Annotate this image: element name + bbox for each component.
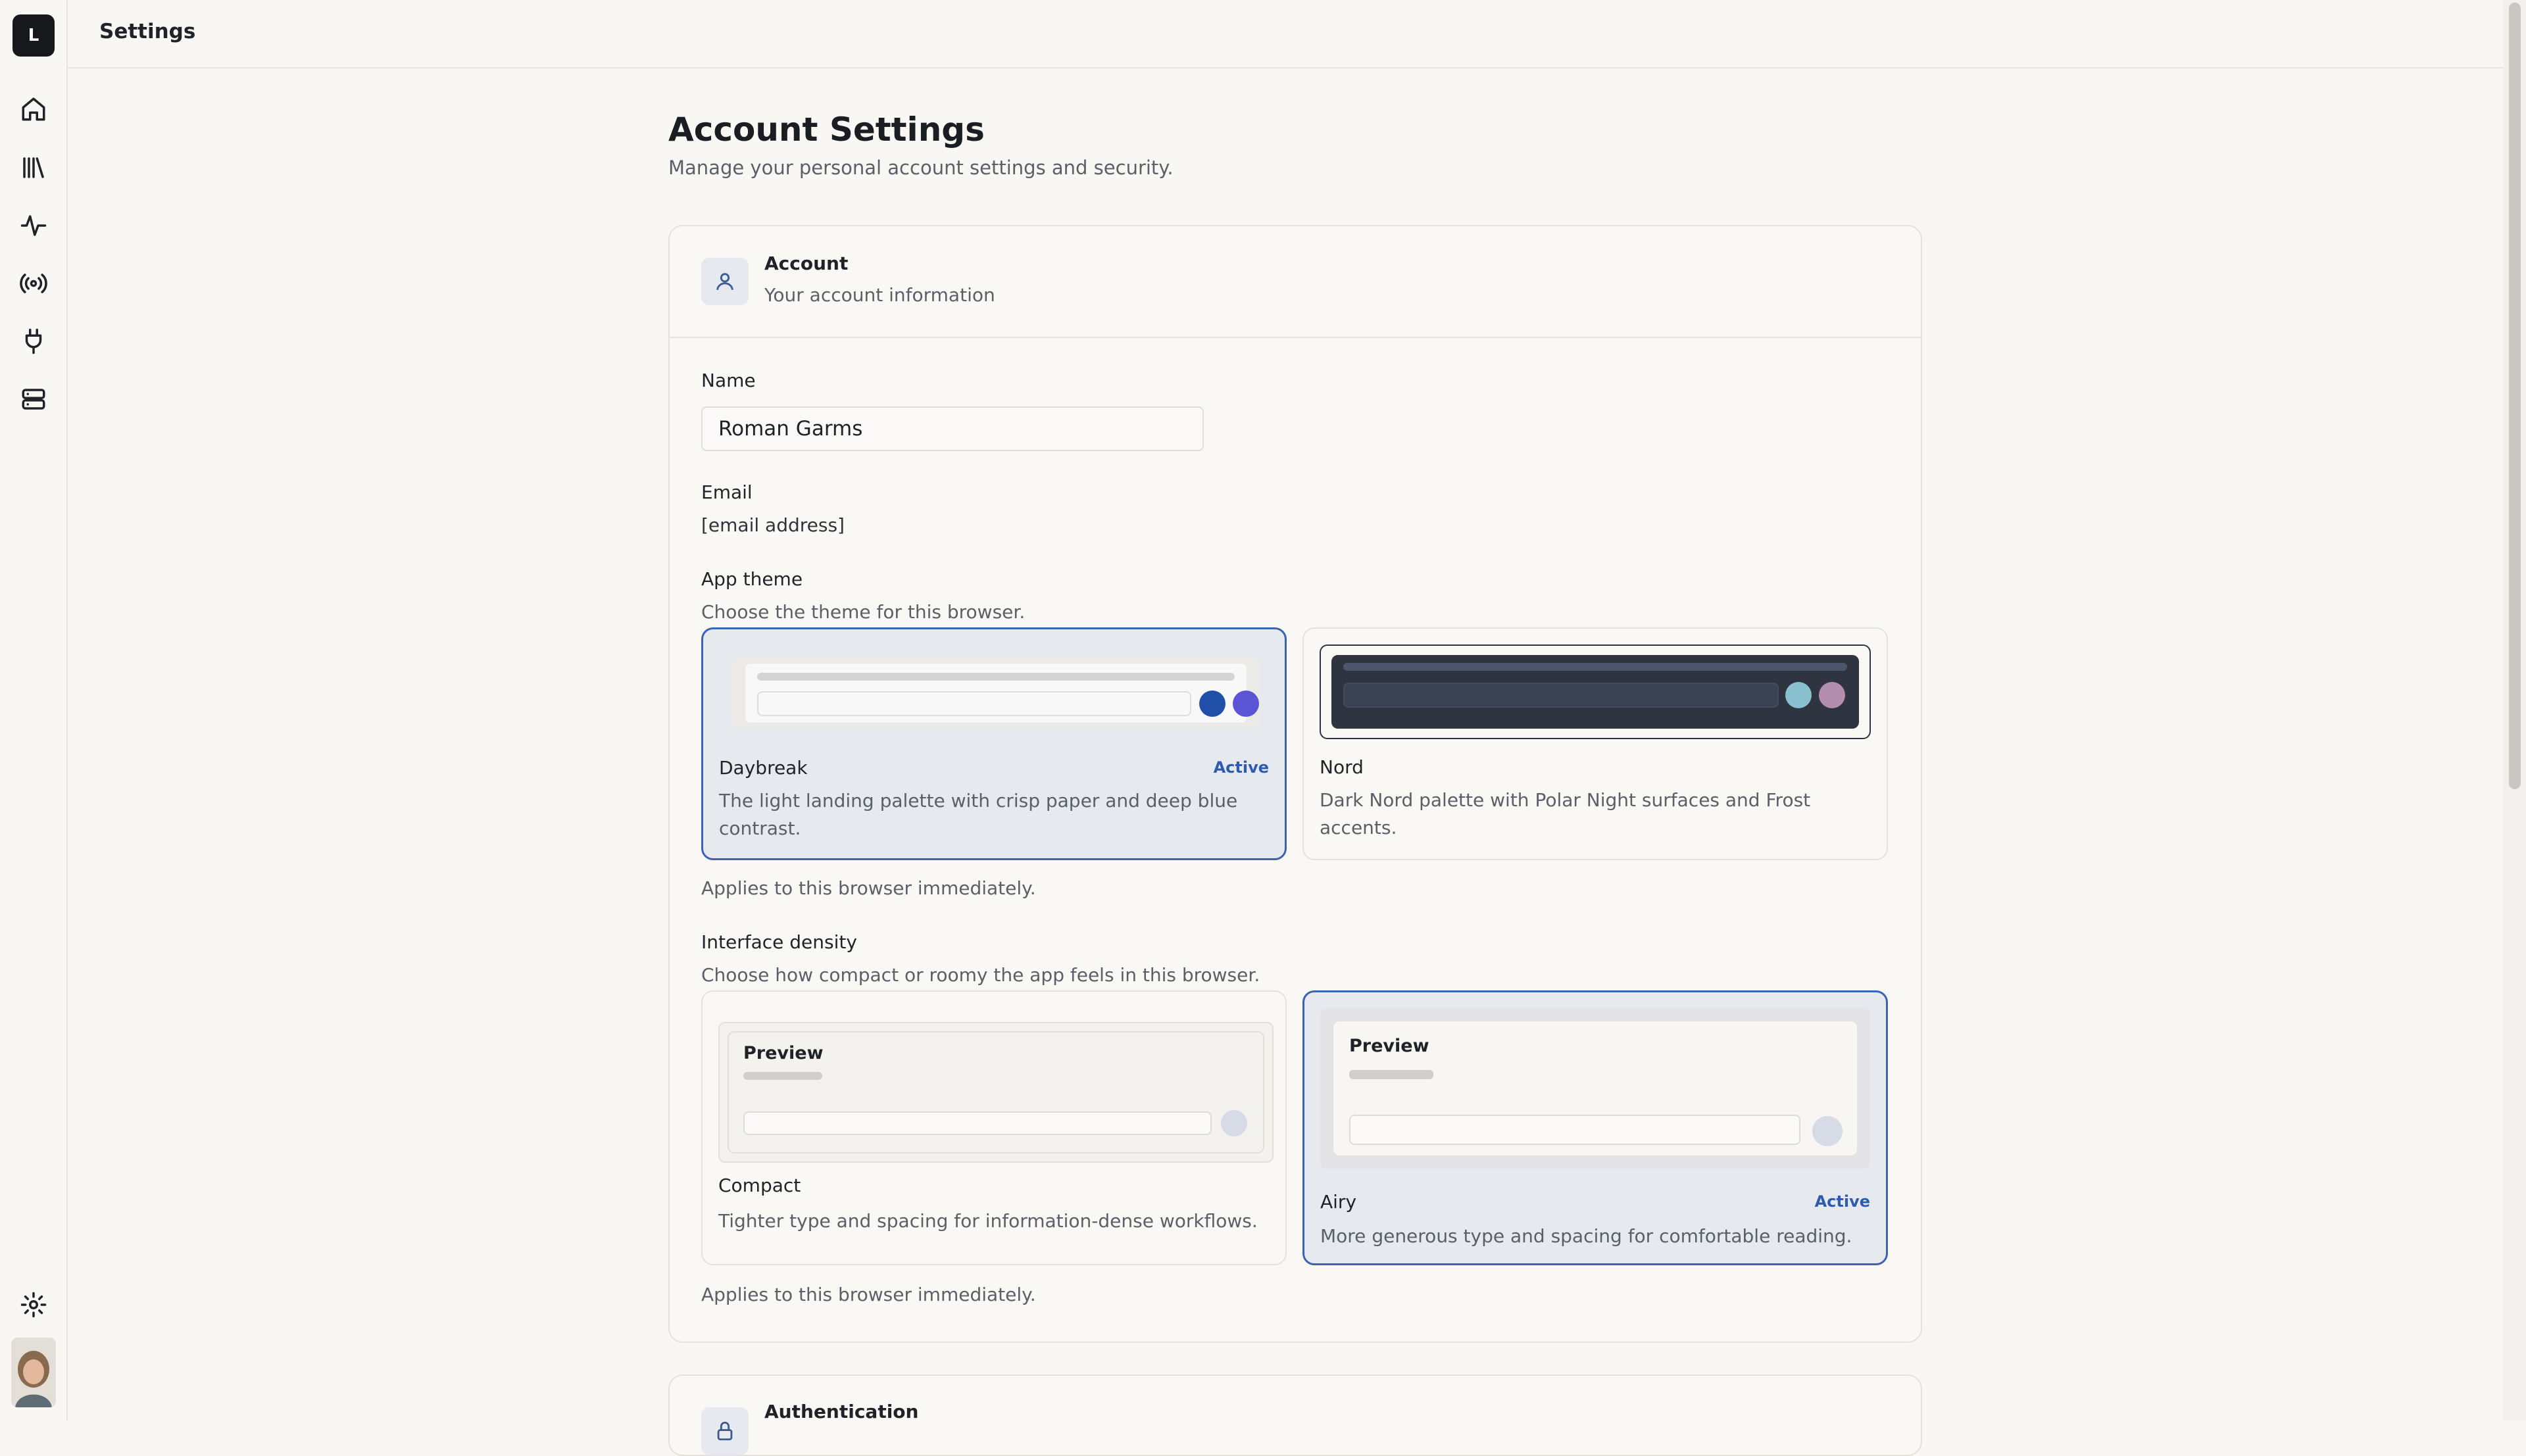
page-name: Settings <box>99 20 196 43</box>
gear-icon[interactable] <box>18 1289 49 1321</box>
theme-option-name: Daybreak <box>719 757 808 779</box>
authentication-card-title: Authentication <box>764 1401 919 1422</box>
density-option-description: Tighter type and spacing for information… <box>718 1210 1258 1232</box>
avatar[interactable] <box>11 1338 56 1407</box>
app-logo[interactable]: L <box>12 14 55 57</box>
broadcast-icon[interactable] <box>18 268 49 299</box>
density-option-airy[interactable]: Preview Airy Active More generous type a… <box>1302 990 1888 1265</box>
theme-footnote: Applies to this browser immediately. <box>701 877 1036 899</box>
library-icon[interactable] <box>18 152 49 183</box>
daybreak-preview <box>732 658 1260 728</box>
theme-option-nord[interactable]: Nord Dark Nord palette with Polar Night … <box>1302 627 1888 860</box>
theme-option-description: The light landing palette with crisp pap… <box>719 790 1238 839</box>
density-option-compact[interactable]: Preview Compact Tighter type and spacing… <box>701 990 1287 1265</box>
activity-icon[interactable] <box>18 210 49 241</box>
nord-preview <box>1320 644 1871 739</box>
theme-help: Choose the theme for this browser. <box>701 601 1026 623</box>
authentication-card: Authentication <box>668 1374 1922 1456</box>
page-title: Account Settings <box>668 110 985 149</box>
sidebar: L <box>0 0 68 1420</box>
active-badge: Active <box>1814 1192 1870 1211</box>
density-help: Choose how compact or roomy the app feel… <box>701 964 1260 986</box>
nord-accent-dot-1 <box>1785 682 1812 708</box>
daybreak-accent-dot-2 <box>1233 691 1259 717</box>
theme-option-description: Dark Nord palette with Polar Night surfa… <box>1320 789 1811 838</box>
email-label: Email <box>701 481 753 503</box>
nord-accent-dot-2 <box>1819 682 1845 708</box>
theme-option-daybreak[interactable]: Daybreak Active The light landing palett… <box>701 627 1287 860</box>
density-label: Interface density <box>701 931 857 953</box>
theme-option-name: Nord <box>1320 756 1364 778</box>
user-icon <box>701 258 749 305</box>
scrollbar[interactable] <box>2504 0 2526 1420</box>
density-option-description: More generous type and spacing for comfo… <box>1320 1225 1852 1247</box>
daybreak-accent-dot-1 <box>1199 691 1226 717</box>
density-option-name: Compact <box>718 1175 801 1196</box>
theme-label: App theme <box>701 568 803 590</box>
density-footnote: Applies to this browser immediately. <box>701 1284 1036 1305</box>
home-icon[interactable] <box>18 93 49 125</box>
scrollbar-thumb[interactable] <box>2509 3 2521 789</box>
server-icon[interactable] <box>18 383 49 415</box>
airy-preview: Preview <box>1320 1008 1870 1169</box>
top-bar: Settings <box>68 0 2504 68</box>
page-subtitle: Manage your personal account settings an… <box>668 157 1174 179</box>
density-option-name: Airy <box>1320 1191 1357 1213</box>
account-card-subtitle: Your account information <box>764 284 995 306</box>
name-label: Name <box>701 370 756 391</box>
email-value: [email address] <box>701 514 845 536</box>
active-badge: Active <box>1213 758 1269 777</box>
account-card-header: Account Your account information <box>670 226 1921 338</box>
preview-title: Preview <box>743 1043 824 1063</box>
compact-preview: Preview <box>718 1022 1274 1163</box>
name-field[interactable]: Roman Garms <box>701 406 1204 451</box>
plug-icon[interactable] <box>18 326 49 357</box>
preview-title: Preview <box>1349 1036 1429 1056</box>
lock-icon <box>701 1407 749 1455</box>
account-card-title: Account <box>764 253 849 274</box>
